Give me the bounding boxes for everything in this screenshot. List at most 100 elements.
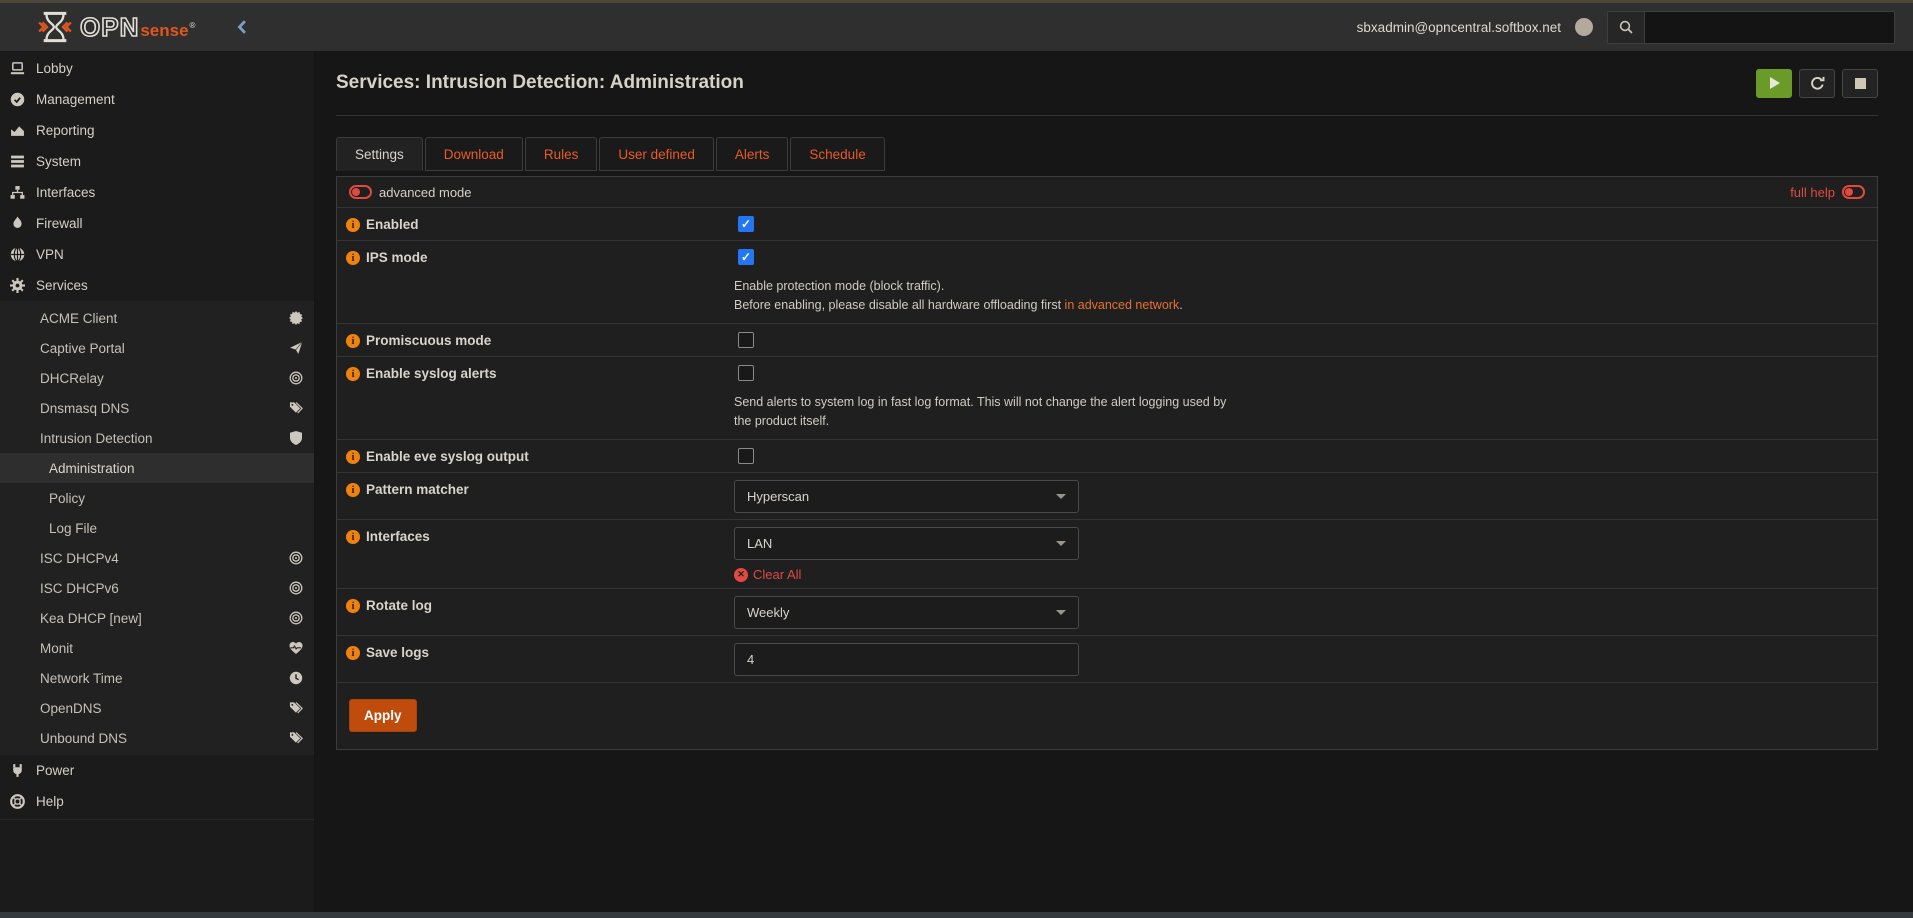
tab-settings[interactable]: Settings bbox=[336, 137, 423, 171]
sidebar-item-kea-dhcp[interactable]: Kea DHCP [new] bbox=[0, 603, 314, 633]
ips-mode-checkbox[interactable] bbox=[738, 249, 754, 265]
info-icon[interactable]: i bbox=[346, 483, 360, 497]
opnsense-logo[interactable]: OPNsense® bbox=[38, 11, 195, 43]
search-icon[interactable] bbox=[1608, 12, 1645, 43]
shield-icon bbox=[289, 431, 303, 445]
sidebar-item-administration[interactable]: Administration bbox=[0, 453, 314, 483]
sidebar-item-label: Firewall bbox=[36, 216, 83, 231]
info-icon[interactable]: i bbox=[346, 367, 360, 381]
info-icon[interactable]: i bbox=[346, 218, 360, 232]
avatar[interactable] bbox=[1575, 18, 1593, 36]
sidebar-item-intrusion-detection[interactable]: Intrusion Detection bbox=[0, 423, 314, 453]
tab-alerts[interactable]: Alerts bbox=[716, 137, 789, 171]
refresh-icon bbox=[1810, 76, 1825, 91]
sidebar-item-monit[interactable]: Monit bbox=[0, 633, 314, 663]
sidebar-item-reporting[interactable]: Reporting bbox=[0, 115, 314, 146]
info-icon[interactable]: i bbox=[346, 450, 360, 464]
sidebar-item-help[interactable]: Help bbox=[0, 786, 314, 817]
save-logs-input[interactable] bbox=[734, 643, 1079, 676]
info-icon[interactable]: i bbox=[346, 646, 360, 660]
sidebar-item-label: VPN bbox=[36, 247, 64, 262]
sidebar-item-vpn[interactable]: VPN bbox=[0, 239, 314, 270]
user-email[interactable]: sbxadmin@opncentral.softbox.net bbox=[1357, 20, 1561, 35]
bullseye-icon bbox=[289, 611, 303, 625]
page-header: Services: Intrusion Detection: Administr… bbox=[336, 51, 1878, 116]
server-icon bbox=[10, 154, 25, 169]
sidebar-item-label: Kea DHCP [new] bbox=[40, 611, 142, 626]
sidebar-item-power[interactable]: Power bbox=[0, 755, 314, 786]
sidebar-item-management[interactable]: Management bbox=[0, 84, 314, 115]
selected-value: Hyperscan bbox=[747, 489, 809, 504]
sidebar-item-opendns[interactable]: OpenDNS bbox=[0, 693, 314, 723]
toggle-off-icon bbox=[1842, 185, 1865, 199]
search-input[interactable] bbox=[1645, 12, 1894, 43]
field-label: Promiscuous mode bbox=[366, 333, 491, 348]
sidebar-item-label: Network Time bbox=[40, 671, 123, 686]
form-row-rotate-log: i Rotate log Weekly bbox=[337, 589, 1877, 636]
selected-value: Weekly bbox=[747, 605, 789, 620]
sidebar-collapse-button[interactable] bbox=[237, 20, 247, 34]
tab-rules[interactable]: Rules bbox=[525, 137, 598, 171]
full-help-toggle[interactable]: full help bbox=[1790, 185, 1865, 200]
pattern-matcher-select[interactable]: Hyperscan bbox=[734, 480, 1079, 513]
sidebar-item-system[interactable]: System bbox=[0, 146, 314, 177]
help-text: Before enabling, please disable all hard… bbox=[734, 298, 1065, 312]
tab-user-defined[interactable]: User defined bbox=[599, 137, 714, 171]
clear-all-button[interactable]: ✕Clear All bbox=[734, 567, 1877, 582]
sidebar-item-interfaces[interactable]: Interfaces bbox=[0, 177, 314, 208]
tab-label: Settings bbox=[355, 147, 404, 162]
advanced-mode-toggle[interactable]: advanced mode bbox=[349, 185, 472, 200]
horizontal-scrollbar[interactable] bbox=[0, 912, 1913, 918]
field-help: Enable protection mode (block traffic). … bbox=[734, 277, 1244, 315]
life-ring-icon bbox=[10, 794, 25, 809]
sidebar-item-label: ACME Client bbox=[40, 311, 117, 326]
sitemap-icon bbox=[10, 185, 25, 200]
service-restart-button[interactable] bbox=[1799, 69, 1835, 98]
sidebar-item-network-time[interactable]: Network Time bbox=[0, 663, 314, 693]
sidebar-item-label: OpenDNS bbox=[40, 701, 102, 716]
interfaces-select[interactable]: LAN bbox=[734, 527, 1079, 560]
info-icon[interactable]: i bbox=[346, 251, 360, 265]
field-label: Pattern matcher bbox=[366, 482, 469, 497]
syslog-alerts-checkbox[interactable] bbox=[738, 365, 754, 381]
info-icon[interactable]: i bbox=[346, 334, 360, 348]
service-stop-button[interactable] bbox=[1842, 69, 1878, 98]
eve-syslog-checkbox[interactable] bbox=[738, 448, 754, 464]
apply-button[interactable]: Apply bbox=[349, 699, 417, 732]
sidebar-item-isc-dhcpv6[interactable]: ISC DHCPv6 bbox=[0, 573, 314, 603]
sidebar-item-acme-client[interactable]: ACME Client bbox=[0, 303, 314, 333]
sidebar-item-dhcrelay[interactable]: DHCRelay bbox=[0, 363, 314, 393]
settings-panel: advanced mode full help iEnabled iIPS mo… bbox=[336, 176, 1878, 750]
advanced-network-link[interactable]: in advanced network bbox=[1065, 298, 1180, 312]
form-row-eve-syslog: iEnable eve syslog output bbox=[337, 440, 1877, 473]
sidebar-item-isc-dhcpv4[interactable]: ISC DHCPv4 bbox=[0, 543, 314, 573]
sidebar-item-lobby[interactable]: Lobby bbox=[0, 53, 314, 84]
tab-schedule[interactable]: Schedule bbox=[790, 137, 884, 171]
sidebar-item-captive-portal[interactable]: Captive Portal bbox=[0, 333, 314, 363]
selected-value: LAN bbox=[747, 536, 772, 551]
tags-icon bbox=[289, 401, 303, 415]
service-actions bbox=[1756, 69, 1878, 98]
field-label: Rotate log bbox=[366, 598, 432, 613]
help-line: Enable protection mode (block traffic). bbox=[734, 277, 1244, 296]
sidebar-item-firewall[interactable]: Firewall bbox=[0, 208, 314, 239]
tab-download[interactable]: Download bbox=[425, 137, 523, 171]
form-row-interfaces: iInterfaces LAN ✕Clear All bbox=[337, 520, 1877, 589]
sidebar-item-services[interactable]: Services bbox=[0, 270, 314, 301]
sidebar-item-log-file[interactable]: Log File bbox=[0, 513, 314, 543]
sidebar-item-policy[interactable]: Policy bbox=[0, 483, 314, 513]
sidebar-item-label: Management bbox=[36, 92, 115, 107]
sidebar-item-dnsmasq-dns[interactable]: Dnsmasq DNS bbox=[0, 393, 314, 423]
info-icon[interactable]: i bbox=[346, 599, 360, 613]
sidebar-item-label: DHCRelay bbox=[40, 371, 104, 386]
seal-icon bbox=[289, 311, 303, 325]
form-row-apply: Apply bbox=[337, 683, 1877, 749]
enabled-checkbox[interactable] bbox=[738, 216, 754, 232]
promiscuous-mode-checkbox[interactable] bbox=[738, 332, 754, 348]
sidebar-item-unbound-dns[interactable]: Unbound DNS bbox=[0, 723, 314, 753]
info-icon[interactable]: i bbox=[346, 530, 360, 544]
sidebar-item-label: Power bbox=[36, 763, 74, 778]
service-start-button[interactable] bbox=[1756, 69, 1792, 98]
rotate-log-select[interactable]: Weekly bbox=[734, 596, 1079, 629]
sidebar-item-label: Help bbox=[36, 794, 64, 809]
